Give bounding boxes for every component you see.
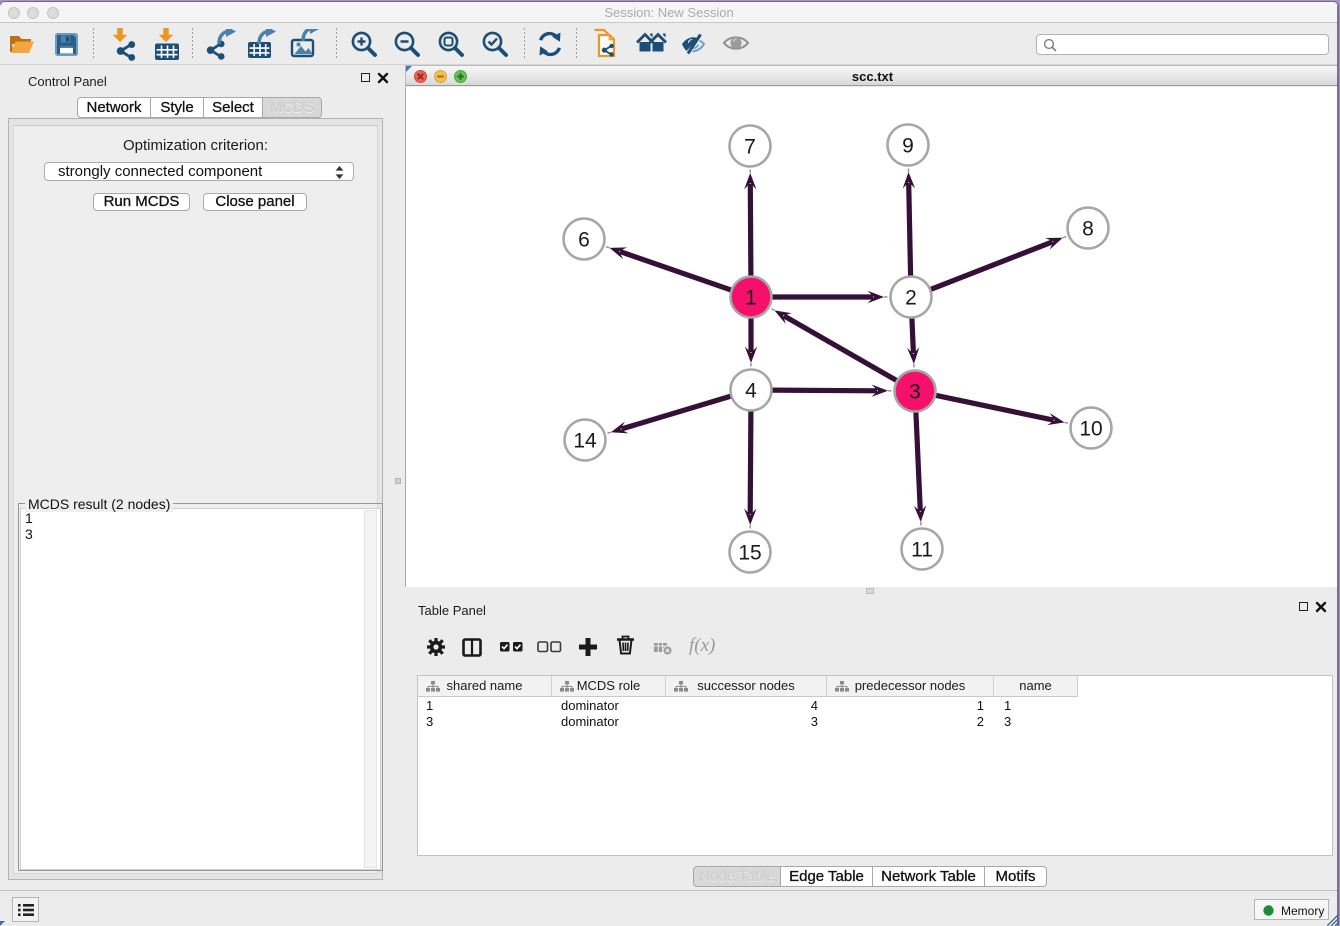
svg-text:15: 15 — [738, 542, 761, 565]
svg-text:11: 11 — [911, 539, 933, 562]
svg-text:9: 9 — [902, 135, 914, 158]
svg-text:3: 3 — [909, 381, 921, 404]
svg-text:7: 7 — [744, 136, 756, 159]
svg-text:2: 2 — [905, 287, 917, 310]
svg-text:14: 14 — [573, 430, 597, 453]
svg-text:4: 4 — [745, 380, 757, 403]
svg-text:10: 10 — [1079, 418, 1102, 441]
svg-text:8: 8 — [1082, 218, 1094, 241]
svg-text:1: 1 — [745, 287, 757, 310]
svg-text:6: 6 — [578, 229, 590, 252]
